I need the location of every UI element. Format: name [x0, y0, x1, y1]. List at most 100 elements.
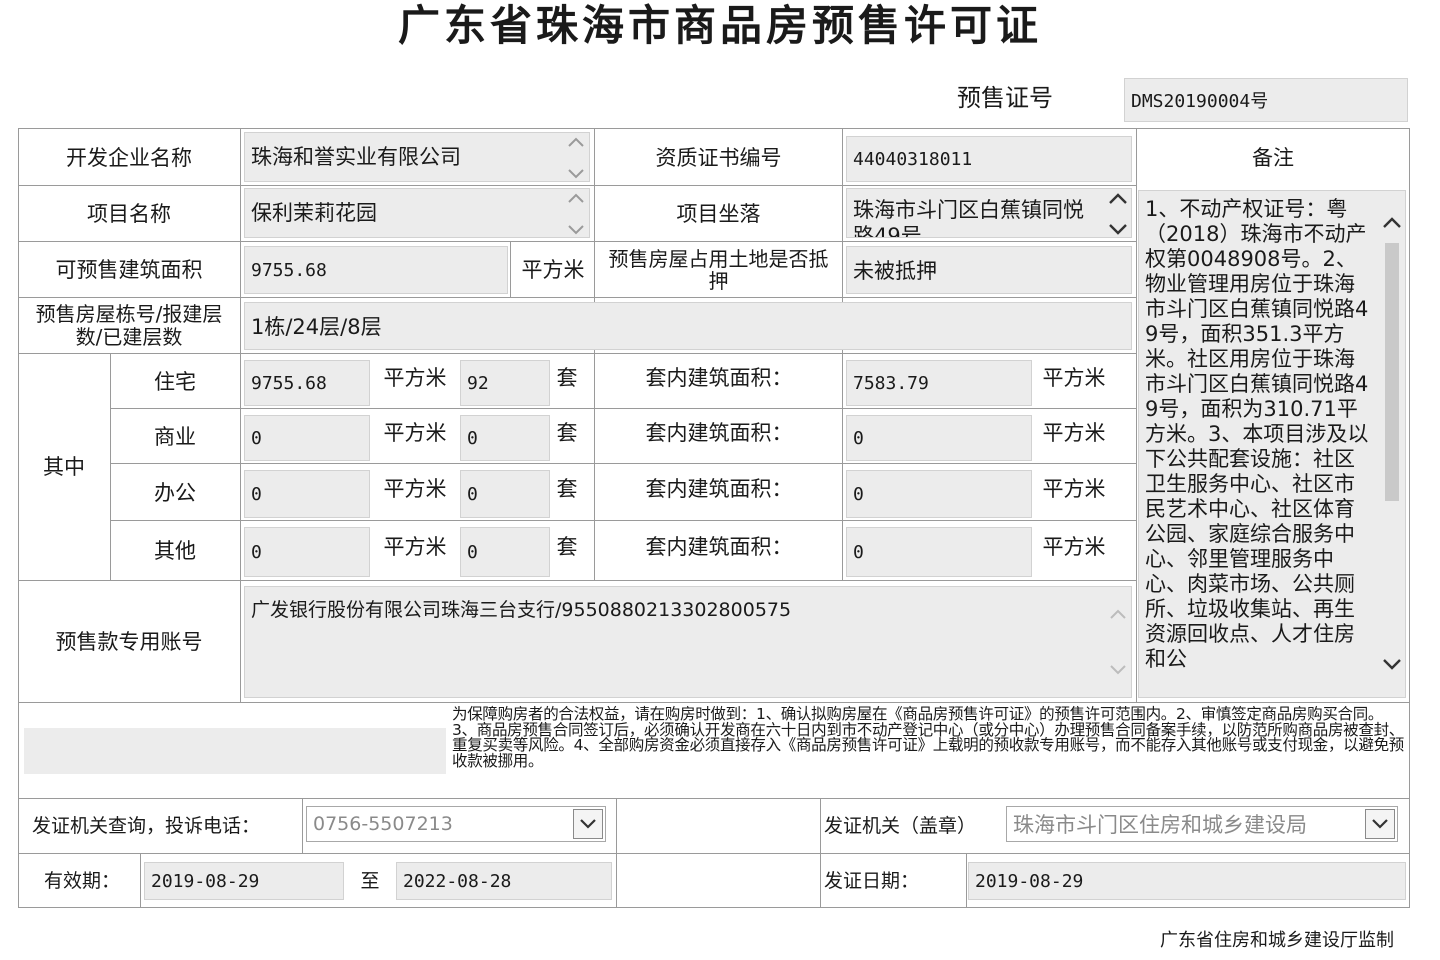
breakdown-inner-label: 套内建筑面积： [645, 421, 793, 445]
remarks-field: 1、不动产权证号：粤（2018）珠海市不动产权第0048908号。2、物业管理用… [1138, 190, 1406, 698]
breakdown-type-label: 其他 [154, 539, 196, 563]
cert-no-field: DMS20190004号 [1124, 78, 1408, 122]
project-value: 保利茉莉花园 [251, 201, 377, 225]
remarks-scroll-thumb[interactable] [1385, 243, 1399, 501]
chevron-down-icon [1383, 659, 1401, 670]
mortgage-label: 预售房屋占用土地是否抵押 [608, 246, 829, 293]
page-title: 广东省珠海市商品房预售许可证 [397, 1, 1042, 50]
project-scroll[interactable] [565, 193, 587, 235]
validity-from-field: 2019-08-29 [144, 862, 344, 900]
chevron-up-icon [1110, 609, 1126, 619]
breakdown-label: 其中 [43, 455, 85, 479]
phone-dropdown-button[interactable] [573, 809, 603, 839]
account-label: 预售款专用账号 [55, 629, 203, 654]
validity-to-field: 2022-08-28 [396, 862, 612, 900]
breakdown-count-unit: 套 [556, 421, 578, 445]
breakdown-area-unit: 平方米 [383, 477, 447, 501]
remarks-scrollbar[interactable] [1379, 191, 1405, 697]
location-field: 珠海市斗门区白蕉镇同悦路49号 [846, 188, 1132, 238]
chevron-down-icon [1109, 224, 1127, 235]
validity-label: 有效期： [44, 870, 121, 892]
account-field: 广发银行股份有限公司珠海三台支行/9550880213302800575 [244, 586, 1132, 698]
breakdown-inner-field: 0 [846, 527, 1032, 577]
breakdown-area-field: 0 [244, 527, 370, 577]
project-field: 保利茉莉花园 [244, 188, 590, 238]
rule [1136, 128, 1137, 702]
breakdown-inner-unit: 平方米 [1042, 535, 1106, 559]
breakdown-area-unit: 平方米 [383, 421, 447, 445]
account-scroll[interactable] [1107, 609, 1129, 675]
chevron-down-icon [580, 819, 596, 829]
rule [966, 853, 967, 908]
authority-value: 珠海市斗门区住房和城乡建设局 [1013, 813, 1307, 837]
rule [18, 853, 1410, 854]
location-scroll[interactable] [1107, 193, 1129, 235]
qualification-field: 44040318011 [846, 136, 1132, 182]
breakdown-inner-unit: 平方米 [1042, 477, 1106, 501]
breakdown-area-unit: 平方米 [383, 535, 447, 559]
rule [110, 463, 1136, 464]
breakdown-inner-label: 套内建筑面积： [645, 535, 793, 559]
presale-area-unit: 平方米 [521, 257, 585, 282]
breakdown-count-field: 0 [460, 527, 550, 577]
rule [110, 520, 1136, 521]
breakdown-inner-unit: 平方米 [1042, 366, 1106, 390]
breakdown-inner-field: 0 [846, 415, 1032, 461]
account-value: 广发银行股份有限公司珠海三台支行/9550880213302800575 [251, 599, 792, 621]
phone-label: 发证机关查询，投诉电话： [32, 815, 261, 837]
building-field: 1栋/24层/8层 [244, 302, 1132, 350]
presale-area-field: 9755.68 [244, 246, 508, 294]
rule [240, 128, 241, 702]
breakdown-count-field: 92 [460, 360, 550, 406]
breakdown-area-field: 9755.68 [244, 360, 370, 406]
remarks-text: 1、不动产权证号：粤（2018）珠海市不动产权第0048908号。2、物业管理用… [1145, 197, 1369, 671]
chevron-up-icon [568, 193, 584, 203]
breakdown-area-unit: 平方米 [383, 366, 447, 390]
breakdown-count-field: 0 [460, 470, 550, 518]
chevron-up-icon [568, 137, 584, 147]
breakdown-type-label: 办公 [154, 481, 196, 505]
phone-select[interactable]: 0756-5507213 [306, 806, 606, 842]
chevron-down-icon [568, 169, 584, 179]
breakdown-count-unit: 套 [556, 477, 578, 501]
rule [18, 353, 1136, 354]
qualification-label: 资质证书编号 [655, 145, 782, 170]
rule [302, 798, 303, 853]
breakdown-count-unit: 套 [556, 366, 578, 390]
authority-label: 发证机关（盖章） [824, 815, 977, 837]
rule [140, 853, 141, 908]
breakdown-inner-field: 7583.79 [846, 360, 1032, 406]
chevron-down-icon [568, 225, 584, 235]
footer-supervisor: 广东省住房和城乡建设厅监制 [1160, 930, 1394, 951]
chevron-up-icon [1383, 217, 1401, 228]
phone-value: 0756-5507213 [313, 813, 453, 835]
issue-date-label: 发证日期： [824, 870, 920, 892]
breakdown-inner-field: 0 [846, 470, 1032, 518]
authority-dropdown-button[interactable] [1365, 809, 1395, 839]
project-label: 项目名称 [87, 201, 171, 226]
remarks-label: 备注 [1252, 145, 1294, 170]
breakdown-area-field: 0 [244, 415, 370, 461]
presale-area-label: 可预售建筑面积 [55, 257, 203, 282]
developer-field: 珠海和誉实业有限公司 [244, 132, 590, 182]
breakdown-area-field: 0 [244, 470, 370, 518]
rule [510, 242, 511, 297]
breakdown-inner-label: 套内建筑面积： [645, 366, 793, 390]
breakdown-inner-label: 套内建筑面积： [645, 477, 793, 501]
developer-value: 珠海和誉实业有限公司 [251, 145, 461, 169]
authority-select[interactable]: 珠海市斗门区住房和城乡建设局 [1006, 806, 1398, 842]
breakdown-count-field: 0 [460, 415, 550, 461]
developer-scroll[interactable] [565, 137, 587, 179]
developer-label: 开发企业名称 [66, 145, 192, 170]
notice-blank-field [24, 728, 446, 774]
issue-date-field: 2019-08-29 [968, 862, 1406, 900]
location-label: 项目坐落 [676, 201, 761, 226]
cert-no-label: 预售证号 [957, 84, 1053, 112]
breakdown-count-unit: 套 [556, 535, 578, 559]
chevron-down-icon [1372, 819, 1388, 829]
notice-text: 为保障购房者的合法权益，请在购房时做到：1、确认拟购房屋在《商品房预售许可证》的… [452, 705, 1404, 770]
chevron-down-icon [1110, 665, 1126, 675]
location-value: 珠海市斗门区白蕉镇同悦路49号 [853, 198, 1084, 237]
building-label: 预售房屋栋号/报建层数/已建层数 [35, 301, 223, 349]
breakdown-type-label: 住宅 [154, 370, 196, 394]
